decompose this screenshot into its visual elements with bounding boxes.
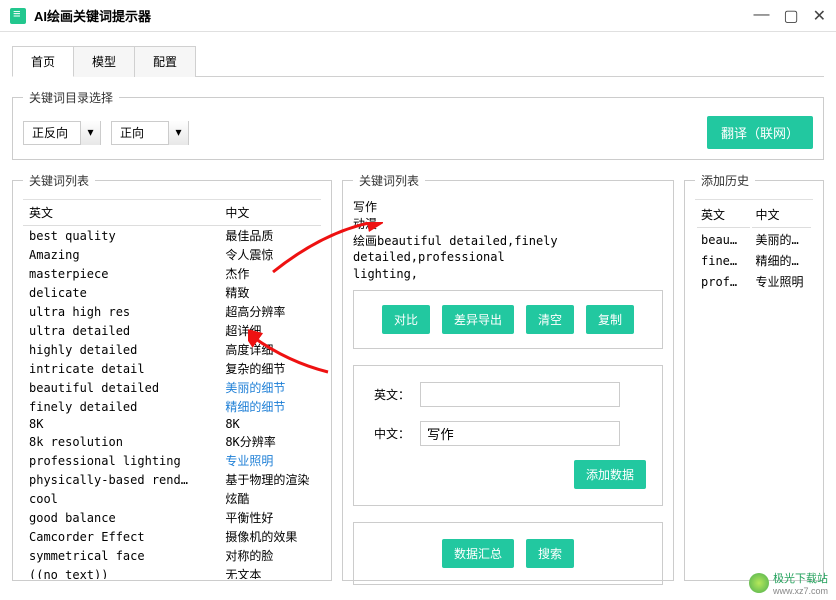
watermark: 极光下载站 www.xz7.com (749, 570, 828, 596)
table-row[interactable]: beautiful detailed美丽的细节 (23, 378, 321, 397)
compare-button[interactable]: 对比 (382, 305, 430, 334)
directory-fieldset: 关键词目录选择 正反向 ▾ 正向 ▾ 翻译（联网） (12, 89, 824, 160)
table-row[interactable]: highly detailed高度详细 (23, 340, 321, 359)
watermark-icon (749, 573, 769, 593)
table-row[interactable]: delicate精致 (23, 283, 321, 302)
minimize-button[interactable]: — (753, 6, 769, 26)
mid-button-row: 对比 差异导出 清空 复制 (353, 290, 663, 349)
history-legend: 添加历史 (695, 172, 755, 189)
diff-export-button[interactable]: 差异导出 (442, 305, 514, 334)
table-row[interactable]: Amazing令人震惊 (23, 245, 321, 264)
add-data-button[interactable]: 添加数据 (574, 460, 646, 489)
table-row[interactable]: finely detailed精细的细节 (23, 397, 321, 416)
hist-col-chinese[interactable]: 中文 (752, 202, 812, 228)
table-row[interactable]: professional lighting专业照明 (23, 451, 321, 470)
table-row[interactable]: prof…专业照明 (697, 272, 811, 291)
table-row[interactable]: Camcorder Effect摄像机的效果 (23, 527, 321, 546)
keyword-table-scroll[interactable]: 英文 中文 best quality最佳品质Amazing令人震惊masterp… (23, 199, 321, 579)
table-row[interactable]: ((no text))无文本 (23, 565, 321, 579)
chinese-input[interactable] (420, 421, 620, 446)
table-row[interactable]: 8k resolution8K分辨率 (23, 432, 321, 451)
tab-model[interactable]: 模型 (73, 46, 135, 77)
label-chinese: 中文： (370, 425, 410, 442)
mid-text-preview: 写作 动漫 绘画beautiful detailed,finely detail… (353, 199, 663, 274)
table-row[interactable]: 8K8K (23, 416, 321, 432)
history-table: 英文 中文 beau…美丽的细节 fine…精细的细节 prof…专业照明 (695, 200, 813, 293)
keyword-list-legend: 关键词列表 (23, 172, 95, 189)
keyword-list-panel: 关键词列表 英文 中文 best quality最佳品质Amazing令人震惊m… (12, 172, 332, 581)
history-panel: 添加历史 英文 中文 beau…美丽的细节 fine…精细的细节 prof…专业照明 (684, 172, 824, 581)
main-tabs: 首页 模型 配置 (0, 32, 836, 77)
table-row[interactable]: ultra high res超高分辨率 (23, 302, 321, 321)
window-title: AI绘画关键词提示器 (34, 6, 151, 25)
copy-button[interactable]: 复制 (586, 305, 634, 334)
table-row[interactable]: symmetrical face对称的脸 (23, 546, 321, 565)
table-row[interactable]: good balance平衡性好 (23, 508, 321, 527)
search-row: 数据汇总 搜索 (353, 522, 663, 585)
english-input[interactable] (420, 382, 620, 407)
app-icon (10, 8, 26, 24)
translate-button[interactable]: 翻译（联网） (707, 116, 813, 149)
table-row[interactable]: masterpiece杰作 (23, 264, 321, 283)
close-button[interactable]: ✕ (813, 6, 826, 26)
table-row[interactable]: best quality最佳品质 (23, 226, 321, 246)
add-form: 英文： 中文： 添加数据 (353, 365, 663, 506)
title-bar: AI绘画关键词提示器 — ▢ ✕ (0, 0, 836, 32)
tab-config[interactable]: 配置 (134, 46, 196, 77)
table-row[interactable]: physically-based rend…基于物理的渲染 (23, 470, 321, 489)
label-english: 英文： (370, 386, 410, 403)
tab-home[interactable]: 首页 (12, 46, 74, 77)
table-row[interactable]: cool炫酷 (23, 489, 321, 508)
chevron-down-icon[interactable]: ▾ (80, 121, 100, 145)
table-row[interactable]: beau…美丽的细节 (697, 230, 811, 249)
chevron-down-icon[interactable]: ▾ (168, 121, 188, 145)
clear-button[interactable]: 清空 (526, 305, 574, 334)
hist-col-english[interactable]: 英文 (697, 202, 750, 228)
col-english[interactable]: 英文 (23, 200, 219, 226)
directory-legend: 关键词目录选择 (23, 89, 119, 106)
select-direction-1[interactable]: 正反向 ▾ (23, 121, 101, 145)
table-row[interactable]: fine…精细的细节 (697, 251, 811, 270)
col-chinese[interactable]: 中文 (219, 200, 321, 226)
mid-panel: 关键词列表 写作 动漫 绘画beautiful detailed,finely … (342, 172, 674, 581)
search-button[interactable]: 搜索 (526, 539, 574, 568)
keyword-table: 英文 中文 best quality最佳品质Amazing令人震惊masterp… (23, 200, 321, 579)
maximize-button[interactable]: ▢ (783, 6, 798, 26)
table-row[interactable]: intricate detail复杂的细节 (23, 359, 321, 378)
select-direction-2[interactable]: 正向 ▾ (111, 121, 189, 145)
mid-legend: 关键词列表 (353, 172, 425, 189)
table-row[interactable]: ultra detailed超详细 (23, 321, 321, 340)
data-summary-button[interactable]: 数据汇总 (442, 539, 514, 568)
